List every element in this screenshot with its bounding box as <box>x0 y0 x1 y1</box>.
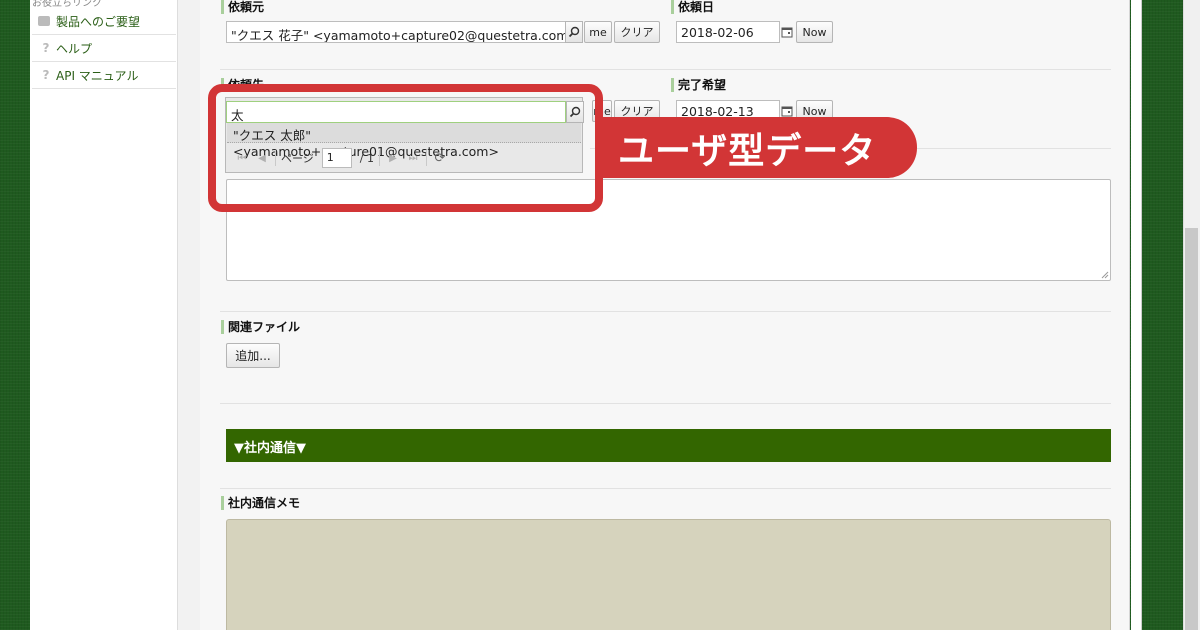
autocomplete-popup: 太 "クエス 太郎" <yamamoto+capture01@questetra… <box>225 97 584 173</box>
sidebar-item-feedback[interactable]: 製品へのご要望 <box>32 8 176 35</box>
suggestion-item[interactable]: "クエス 太郎" <yamamoto+capture01@questetra.c… <box>227 123 581 159</box>
scrollbar-thumb[interactable] <box>1185 228 1198 630</box>
memo-textarea[interactable] <box>226 519 1111 630</box>
divider <box>220 311 1111 312</box>
pager-separator <box>378 150 380 166</box>
add-file-button[interactable]: 追加... <box>226 343 280 368</box>
requester-input[interactable]: "クエス 花子" <yamamoto+capture02@questetra.c… <box>226 21 566 43</box>
calendar-icon[interactable] <box>779 21 795 43</box>
internal-section-header[interactable]: ▼社内通信▼ <box>226 429 1111 462</box>
assignee-input[interactable]: 太 <box>226 101 566 123</box>
memo-label: 社内通信メモ <box>221 496 300 510</box>
divider <box>220 403 1111 404</box>
request-date-input[interactable]: 2018-02-06 <box>676 21 780 43</box>
refresh-icon[interactable]: ⟳ <box>430 148 450 168</box>
sidebar-item-label: ヘルプ <box>56 41 93 56</box>
help-icon: ? <box>42 41 50 55</box>
pager-separator <box>425 150 427 166</box>
assignee-label: 依頼先 <box>221 78 264 92</box>
sidebar-item-label: API マニュアル <box>56 68 139 83</box>
prev-page-icon[interactable]: ◀ <box>252 148 272 168</box>
page-label: ページ <box>281 152 314 165</box>
next-page-icon[interactable]: ▶ <box>383 148 403 168</box>
pager: ⏮ ◀ ページ 1 / 1 ▶ ⏭ ⟳ <box>227 145 581 171</box>
page-total: / 1 <box>359 151 374 165</box>
attachments-label: 関連ファイル <box>221 320 300 334</box>
feedback-icon <box>38 16 50 26</box>
last-page-icon[interactable]: ⏭ <box>403 148 423 168</box>
divider <box>220 488 1111 489</box>
request-date-label: 依頼日 <box>671 0 714 14</box>
search-icon[interactable] <box>565 21 583 43</box>
gutter <box>178 0 200 630</box>
due-date-label: 完了希望 <box>671 78 726 92</box>
search-icon[interactable] <box>566 101 584 123</box>
page-input[interactable]: 1 <box>321 148 352 168</box>
resize-handle-icon[interactable] <box>1101 271 1109 279</box>
divider <box>220 69 1111 70</box>
requester-clear-button[interactable]: クリア <box>614 21 660 43</box>
pager-separator <box>275 150 276 166</box>
description-textarea[interactable] <box>226 179 1111 281</box>
sidebar-item-label: 製品へのご要望 <box>56 14 141 29</box>
sidebar-item-help[interactable]: ? ヘルプ <box>32 35 176 62</box>
requester-me-button[interactable]: me <box>584 21 612 43</box>
right-strip <box>1131 0 1142 630</box>
callout-label: ユーザ型データ <box>596 117 917 178</box>
requester-label: 依頼元 <box>221 0 264 14</box>
help-icon: ? <box>42 68 50 82</box>
request-date-now-button[interactable]: Now <box>796 21 833 43</box>
sidebar: お役立ちリンク 製品へのご要望 ? ヘルプ ? API マニュアル <box>30 0 178 630</box>
sidebar-item-api-manual[interactable]: ? API マニュアル <box>32 62 176 89</box>
first-page-icon[interactable]: ⏮ <box>232 148 252 168</box>
